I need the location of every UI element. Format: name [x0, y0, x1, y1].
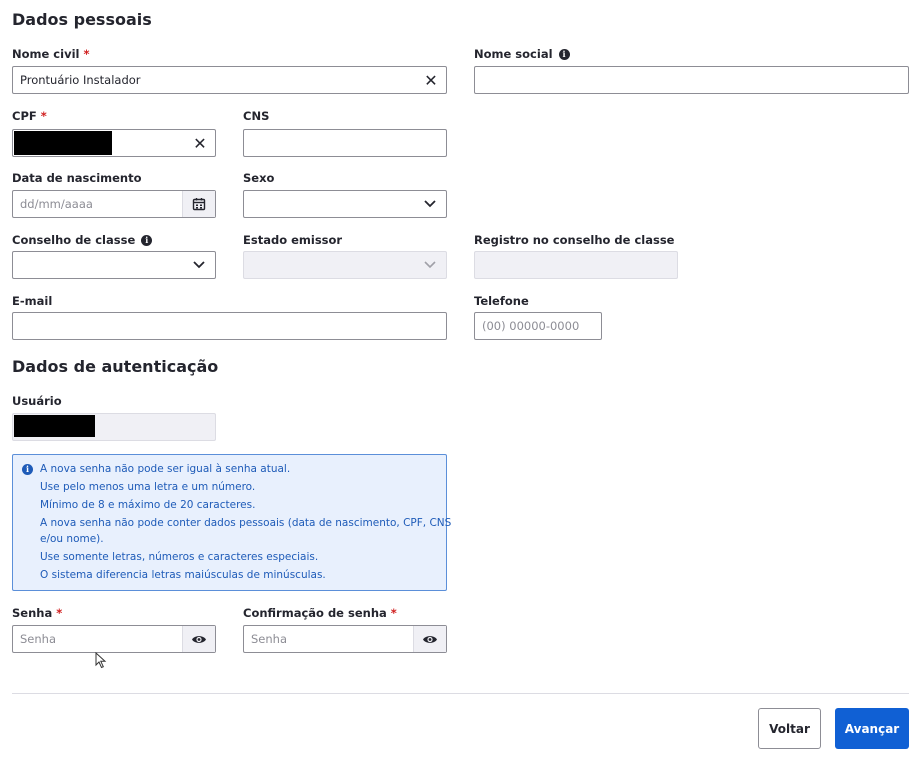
required-mark: * — [390, 606, 397, 620]
conselho-classe-label: Conselho de classe i — [12, 233, 153, 247]
telefone-label: Telefone — [474, 294, 529, 308]
confirmacao-senha-label: Confirmação de senha * — [243, 606, 397, 620]
usuario-label: Usuário — [12, 394, 62, 408]
senha-label: Senha * — [12, 606, 63, 620]
telefone-field[interactable] — [474, 312, 635, 340]
required-mark: * — [40, 109, 47, 123]
eye-icon[interactable] — [413, 626, 446, 652]
rule-line: Use pelo menos uma letra e um número. — [40, 481, 256, 493]
rule-line: Use somente letras, números e caracteres… — [40, 551, 319, 563]
data-nascimento-input[interactable] — [13, 191, 182, 217]
conselho-classe-select[interactable] — [12, 251, 216, 279]
registro-conselho-field — [474, 251, 678, 279]
estado-emissor-select — [243, 251, 447, 279]
confirmacao-senha-input[interactable] — [244, 626, 413, 652]
sexo-label: Sexo — [243, 171, 275, 185]
rule-line: e/ou nome). — [40, 533, 104, 545]
nome-social-label: Nome social i — [474, 47, 570, 61]
password-rules-alert: i A nova senha não pode ser igual à senh… — [12, 454, 451, 591]
cns-input[interactable] — [244, 130, 446, 156]
email-field[interactable] — [12, 312, 447, 340]
chevron-down-icon[interactable] — [183, 252, 215, 278]
rule-line: A nova senha não pode conter dados pesso… — [40, 517, 452, 529]
redacted-cpf — [14, 131, 112, 155]
email-input[interactable] — [13, 313, 446, 339]
nome-civil-field[interactable]: ✕ — [12, 66, 447, 94]
footer-divider — [12, 693, 909, 694]
mouse-cursor-icon — [95, 652, 107, 669]
section-title-personal: Dados pessoais — [12, 10, 152, 29]
nome-civil-label: Nome civil * — [12, 47, 90, 61]
registro-conselho-label: Registro no conselho de classe — [474, 233, 675, 247]
info-icon: i — [22, 464, 33, 475]
chevron-down-icon[interactable] — [414, 191, 446, 217]
sexo-select[interactable] — [243, 190, 447, 218]
nome-civil-input[interactable] — [13, 67, 416, 93]
estado-emissor-label: Estado emissor — [243, 233, 343, 247]
telefone-input[interactable] — [475, 313, 635, 339]
next-button[interactable]: Avançar — [835, 708, 909, 749]
confirmacao-senha-field[interactable] — [243, 625, 447, 653]
data-nascimento-label: Data de nascimento — [12, 171, 142, 185]
data-nascimento-field[interactable] — [12, 190, 216, 218]
info-icon[interactable]: i — [141, 234, 153, 246]
rule-line: O sistema diferencia letras maiúsculas d… — [40, 569, 326, 581]
redacted-usuario — [14, 415, 95, 437]
clear-icon[interactable]: ✕ — [416, 67, 446, 93]
senha-input[interactable] — [13, 626, 182, 652]
chevron-down-icon — [414, 252, 446, 278]
nome-social-field[interactable] — [474, 66, 909, 94]
section-title-auth: Dados de autenticação — [12, 357, 219, 376]
required-mark: * — [83, 47, 90, 61]
rule-line: A nova senha não pode ser igual à senha … — [40, 463, 291, 475]
cpf-label: CPF * — [12, 109, 47, 123]
clear-icon[interactable]: ✕ — [185, 130, 215, 156]
back-button[interactable]: Voltar — [758, 708, 821, 749]
email-label: E-mail — [12, 294, 53, 308]
nome-social-input[interactable] — [475, 67, 908, 93]
calendar-icon[interactable] — [182, 191, 215, 217]
cns-field[interactable] — [243, 129, 447, 157]
eye-icon[interactable] — [182, 626, 215, 652]
info-icon[interactable]: i — [558, 48, 570, 60]
senha-field[interactable] — [12, 625, 216, 653]
cns-label: CNS — [243, 109, 270, 123]
required-mark: * — [56, 606, 63, 620]
rule-line: Mínimo de 8 e máximo de 20 caracteres. — [40, 499, 256, 511]
